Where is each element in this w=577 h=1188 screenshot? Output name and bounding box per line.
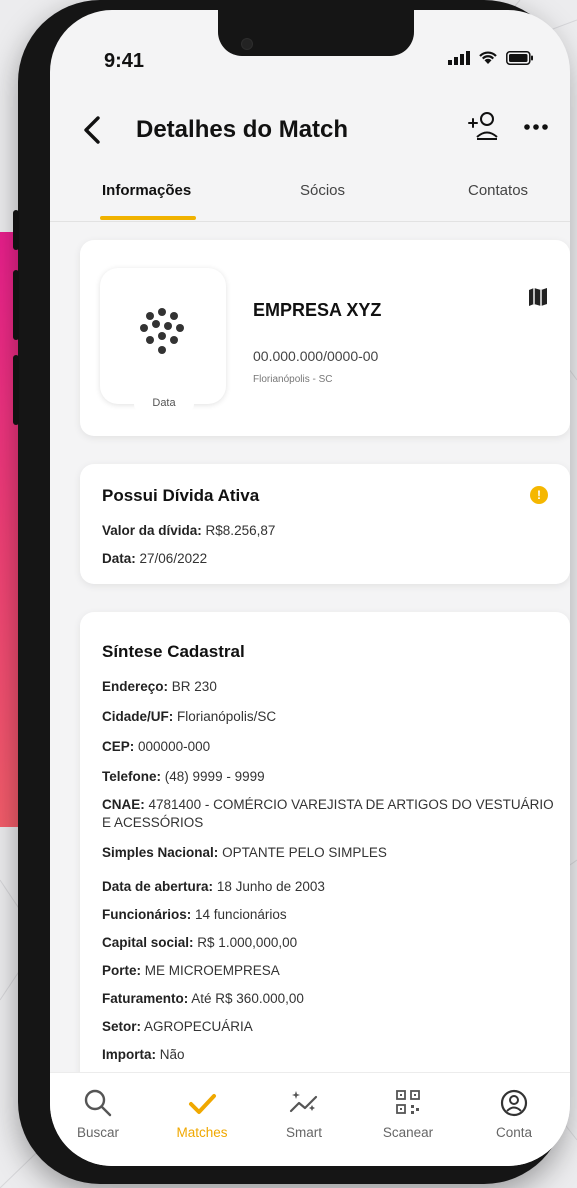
debt-date-row: Data: 27/06/2022 bbox=[102, 550, 207, 568]
debt-value: R$8.256,87 bbox=[205, 523, 276, 538]
row-label: Capital social: bbox=[102, 935, 194, 950]
row-value: 000000-000 bbox=[138, 739, 211, 754]
company-logo: Data bbox=[100, 268, 226, 414]
synthesis-row: Data de abertura: 18 Junho de 2003 bbox=[102, 878, 325, 896]
row-label: Setor: bbox=[102, 1019, 142, 1034]
row-value: OPTANTE PELO SIMPLES bbox=[222, 845, 387, 860]
status-time: 9:41 bbox=[104, 50, 145, 72]
volume-up-button bbox=[13, 270, 19, 340]
company-name: EMPRESA XYZ bbox=[253, 300, 382, 320]
synthesis-row: Capital social: R$ 1.000,000,00 bbox=[102, 934, 297, 952]
synthesis-row: Porte: ME MICROEMPRESA bbox=[102, 962, 280, 980]
nav-scanear[interactable]: Scanear bbox=[360, 1087, 456, 1140]
debt-title: Possui Dívida Ativa bbox=[102, 486, 260, 505]
row-value: 14 funcionários bbox=[195, 907, 287, 922]
row-value: Não bbox=[159, 1047, 185, 1062]
row-label: CNAE: bbox=[102, 797, 145, 812]
row-value: AGROPECUÁRIA bbox=[144, 1019, 253, 1034]
synthesis-row: Telefone: (48) 9999 - 9999 bbox=[102, 768, 265, 786]
synthesis-row: Cidade/UF: Florianópolis/SC bbox=[102, 708, 276, 726]
synthesis-row: Setor: AGROPECUÁRIA bbox=[102, 1018, 253, 1036]
company-logo-mark bbox=[140, 308, 184, 354]
row-value: 4781400 - COMÉRCIO VAREJISTA DE ARTIGOS … bbox=[102, 797, 554, 830]
logo-caption: Data bbox=[134, 392, 194, 414]
tab-informacoes[interactable]: Informações bbox=[102, 182, 191, 199]
tab-socios[interactable]: Sócios bbox=[300, 182, 345, 199]
nav-label: Buscar bbox=[76, 1125, 120, 1140]
battery-icon bbox=[506, 50, 533, 65]
map-icon[interactable] bbox=[528, 288, 548, 306]
nav-label: Matches bbox=[176, 1125, 228, 1140]
row-value: ME MICROEMPRESA bbox=[144, 963, 280, 978]
debt-value-label: Valor da dívida: bbox=[102, 523, 202, 538]
row-value: 18 Junho de 2003 bbox=[216, 879, 325, 894]
nav-label: Scanear bbox=[382, 1125, 434, 1140]
user-circle-icon bbox=[500, 1089, 528, 1117]
row-label: Funcionários: bbox=[102, 907, 192, 922]
add-user-icon[interactable] bbox=[468, 110, 498, 144]
synthesis-row: Importa: Não bbox=[102, 1046, 185, 1064]
back-icon[interactable] bbox=[78, 112, 106, 148]
row-value: BR 230 bbox=[171, 679, 217, 694]
synthesis-row: Funcionários: 14 funcionários bbox=[102, 906, 287, 924]
bottom-nav: Buscar Matches Smart Scanear Conta bbox=[50, 1072, 570, 1166]
nav-smart[interactable]: Smart bbox=[256, 1087, 352, 1140]
row-value: (48) 9999 - 9999 bbox=[164, 769, 265, 784]
notch bbox=[218, 10, 414, 56]
info-icon[interactable]: ! bbox=[530, 486, 548, 504]
company-card[interactable]: Data EMPRESA XYZ 00.000.000/0000-00 Flor… bbox=[80, 240, 570, 436]
volume-down-button bbox=[13, 355, 19, 425]
wifi-icon bbox=[479, 51, 497, 64]
synthesis-title: Síntese Cadastral bbox=[102, 642, 245, 661]
nav-label: Conta bbox=[495, 1125, 533, 1140]
row-label: Simples Nacional: bbox=[102, 845, 219, 860]
company-city: Florianópolis - SC bbox=[253, 374, 333, 385]
row-label: CEP: bbox=[102, 739, 135, 754]
active-tab-indicator bbox=[100, 216, 196, 220]
more-options-icon[interactable] bbox=[522, 120, 550, 134]
row-label: Telefone: bbox=[102, 769, 162, 784]
company-cnpj: 00.000.000/0000-00 bbox=[253, 348, 379, 364]
nav-label: Smart bbox=[285, 1125, 322, 1140]
page-title: Detalhes do Match bbox=[136, 116, 349, 143]
row-value: Até R$ 360.000,00 bbox=[191, 991, 304, 1006]
phone-frame: 9:41 Detalhes do Match Informações Sócio… bbox=[13, 0, 570, 1184]
synthesis-card: Síntese Cadastral Endereço: BR 230 Cidad… bbox=[80, 612, 570, 1092]
sparkle-chart-icon bbox=[289, 1091, 318, 1113]
debt-date-label: Data: bbox=[102, 551, 136, 566]
row-label: Cidade/UF: bbox=[102, 709, 174, 724]
debt-date: 27/06/2022 bbox=[139, 551, 208, 566]
row-label: Importa: bbox=[102, 1047, 156, 1062]
tab-bar: Informações Sócios Contatos bbox=[50, 170, 570, 222]
debt-value-row: Valor da dívida: R$8.256,87 bbox=[102, 522, 275, 540]
nav-buscar[interactable]: Buscar bbox=[50, 1087, 146, 1140]
row-label: Porte: bbox=[102, 963, 142, 978]
synthesis-row: Faturamento: Até R$ 360.000,00 bbox=[102, 990, 304, 1008]
synthesis-row: CNAE: 4781400 - COMÉRCIO VAREJISTA DE AR… bbox=[102, 796, 562, 832]
qr-scan-icon bbox=[396, 1090, 420, 1114]
check-icon bbox=[189, 1094, 216, 1114]
side-button bbox=[13, 210, 19, 250]
row-value: R$ 1.000,000,00 bbox=[197, 935, 298, 950]
nav-conta[interactable]: Conta bbox=[466, 1087, 562, 1140]
signal-icon bbox=[448, 50, 470, 65]
nav-matches[interactable]: Matches bbox=[154, 1087, 250, 1140]
synthesis-row: CEP: 000000-000 bbox=[102, 738, 210, 756]
row-label: Faturamento: bbox=[102, 991, 189, 1006]
app-screen: 9:41 Detalhes do Match Informações Sócio… bbox=[50, 10, 570, 1166]
app-header: Detalhes do Match bbox=[50, 100, 570, 160]
synthesis-row: Simples Nacional: OPTANTE PELO SIMPLES bbox=[102, 844, 387, 862]
status-icons bbox=[448, 50, 534, 65]
debt-card[interactable]: Possui Dívida Ativa ! Valor da dívida: R… bbox=[80, 464, 570, 584]
search-icon bbox=[84, 1089, 112, 1117]
synthesis-row: Endereço: BR 230 bbox=[102, 678, 217, 696]
row-value: Florianópolis/SC bbox=[177, 709, 277, 724]
row-label: Data de abertura: bbox=[102, 879, 214, 894]
row-label: Endereço: bbox=[102, 679, 169, 694]
tab-contatos[interactable]: Contatos bbox=[468, 182, 528, 199]
front-camera bbox=[241, 38, 253, 50]
